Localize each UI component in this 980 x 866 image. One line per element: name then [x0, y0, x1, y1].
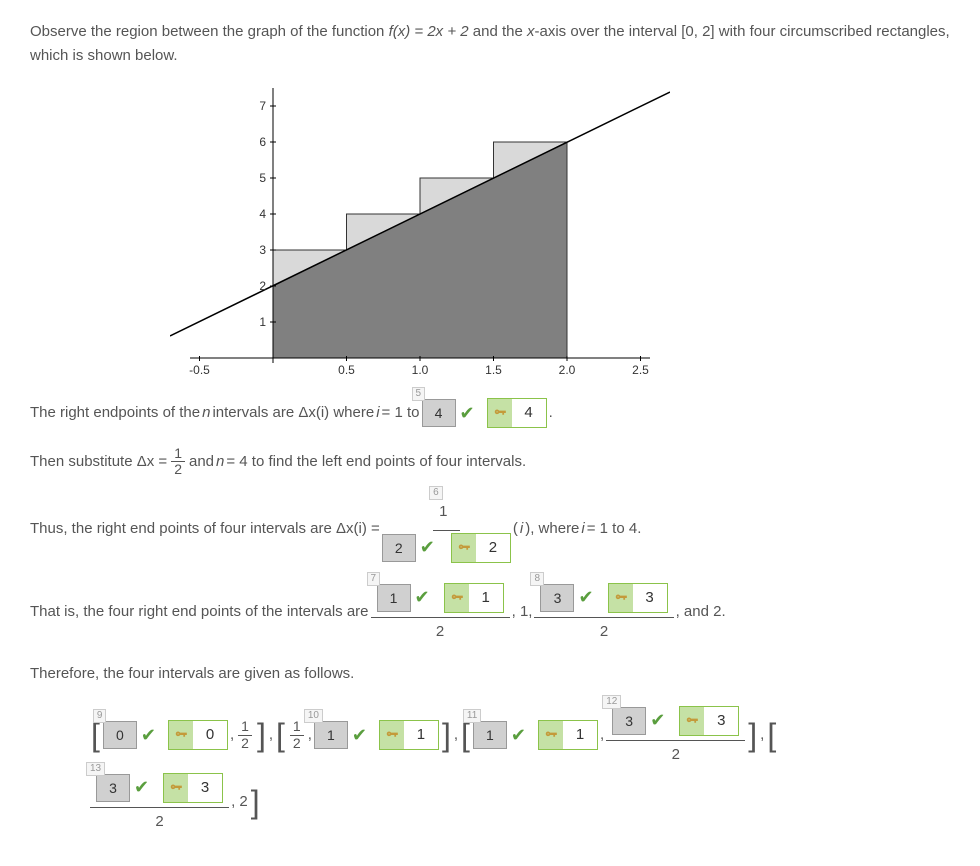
- answer-7[interactable]: 7 1 ✔: [377, 584, 434, 612]
- intervals-row-2: 13 3 ✔ 3 2 , 2 ]: [90, 771, 950, 834]
- svg-text:5: 5: [259, 171, 266, 185]
- answer-13[interactable]: 13 3 ✔: [96, 774, 153, 802]
- intervals-row: [ 9 0 ✔ 0 , 12 ] , [ 12 , 10 1 ✔ 1 ] , […: [90, 704, 950, 767]
- check-icon: ✔: [646, 707, 669, 735]
- svg-text:0.5: 0.5: [338, 363, 355, 377]
- key-10[interactable]: 1: [379, 720, 439, 750]
- key-6[interactable]: 2: [451, 533, 511, 563]
- key-icon: [380, 721, 404, 749]
- key-11[interactable]: 1: [538, 720, 598, 750]
- key-13[interactable]: 3: [163, 773, 223, 803]
- answer-11[interactable]: 11 1 ✔: [473, 721, 530, 749]
- intro-text: Observe the region between the graph of …: [30, 20, 950, 68]
- key-7[interactable]: 1: [444, 583, 504, 613]
- answer-10[interactable]: 10 1 ✔: [314, 721, 371, 749]
- svg-text:2.0: 2.0: [559, 363, 576, 377]
- check-icon: ✔: [130, 774, 153, 802]
- answer-9[interactable]: 9 0 ✔: [103, 721, 160, 749]
- svg-text:3: 3: [259, 243, 266, 257]
- key-9[interactable]: 0: [168, 720, 228, 750]
- check-icon: ✔: [348, 721, 371, 749]
- para-thus: Thus, the right end points of four inter…: [30, 496, 950, 563]
- svg-text:1.5: 1.5: [485, 363, 502, 377]
- answer-12[interactable]: 12 3 ✔: [612, 707, 669, 735]
- check-icon: ✔: [507, 721, 530, 749]
- key-icon: [164, 774, 188, 802]
- para-right-endpoints: The right endpoints of the n intervals a…: [30, 398, 950, 428]
- key-12[interactable]: 3: [679, 706, 739, 736]
- graph: -0.5 0.5 1.0 1.5 2.0 2.5 1 2 3 4 5 6 7: [170, 78, 950, 378]
- key-icon: [609, 584, 633, 612]
- key-icon: [488, 399, 512, 427]
- svg-text:4: 4: [259, 207, 266, 221]
- answer-8[interactable]: 8 3 ✔: [540, 584, 597, 612]
- svg-text:2.5: 2.5: [632, 363, 649, 377]
- para-four-points: That is, the four right end points of th…: [30, 581, 950, 644]
- svg-text:1.0: 1.0: [412, 363, 429, 377]
- check-icon: ✔: [416, 534, 439, 562]
- answer-6[interactable]: 6 1: [439, 498, 453, 526]
- answer-6b[interactable]: 2 ✔: [382, 534, 439, 562]
- check-icon: ✔: [456, 399, 479, 427]
- check-icon: ✔: [411, 584, 434, 612]
- para-therefore: Therefore, the four intervals are given …: [30, 662, 950, 686]
- key-icon: [680, 707, 704, 735]
- svg-text:2: 2: [259, 279, 266, 293]
- key-icon: [169, 721, 193, 749]
- key-icon: [452, 534, 476, 562]
- svg-text:6: 6: [259, 135, 266, 149]
- para-substitute: Then substitute Δx = 12 and n = 4 to fin…: [30, 446, 950, 478]
- key-5[interactable]: 4: [487, 398, 547, 428]
- svg-text:1: 1: [259, 315, 266, 329]
- key-icon: [539, 721, 563, 749]
- key-icon: [445, 584, 469, 612]
- key-8[interactable]: 3: [608, 583, 668, 613]
- answer-5[interactable]: 5 4 ✔: [422, 399, 479, 427]
- xtick: -0.5: [189, 363, 210, 377]
- check-icon: ✔: [137, 721, 160, 749]
- check-icon: ✔: [574, 584, 597, 612]
- svg-text:7: 7: [259, 99, 266, 113]
